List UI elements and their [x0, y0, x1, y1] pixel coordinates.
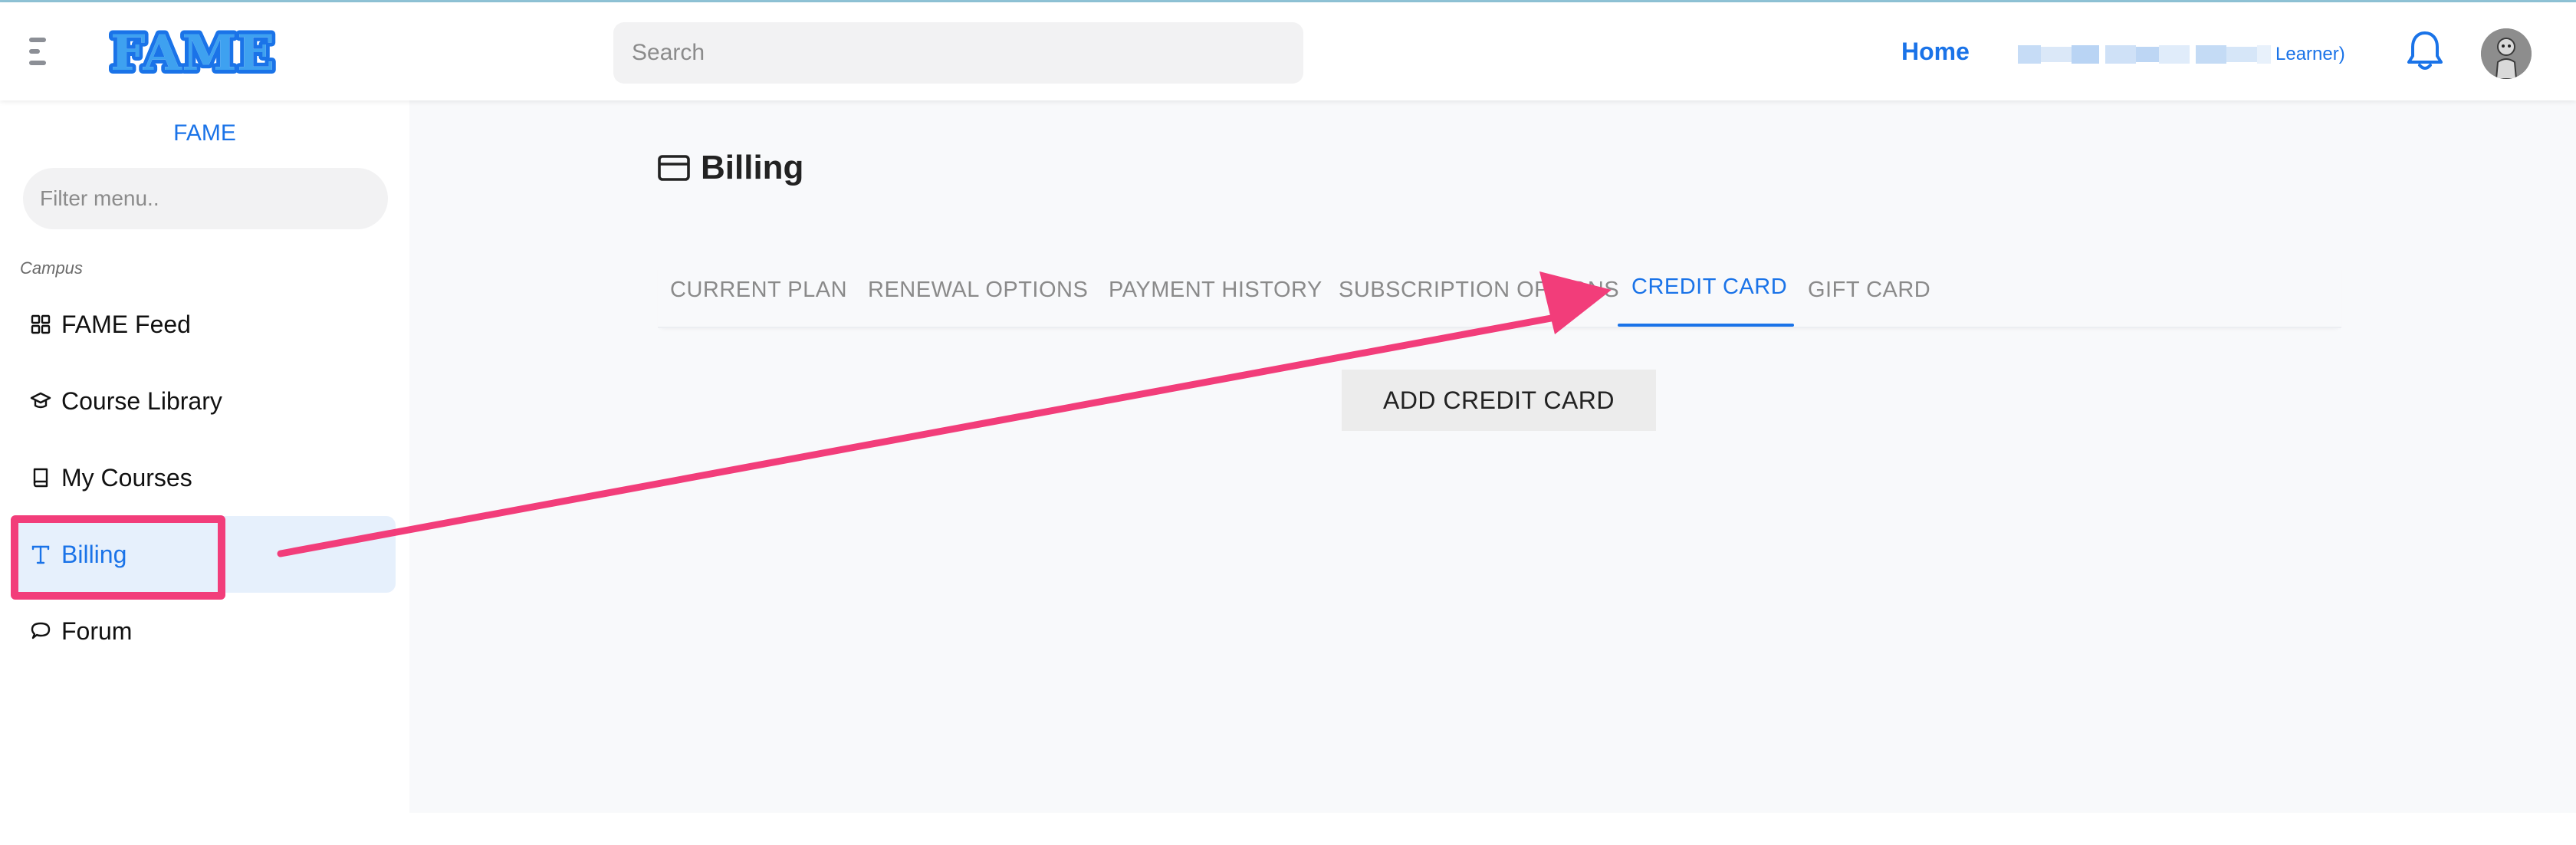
blurred-user-name — [2018, 45, 2271, 64]
tab-renewal-options[interactable]: RENEWAL OPTIONS — [868, 278, 1088, 303]
tab-payment-history[interactable]: PAYMENT HISTORY — [1109, 278, 1322, 303]
tab-current-plan[interactable]: CURRENT PLAN — [670, 278, 847, 303]
active-tab-indicator — [1618, 324, 1794, 327]
sidebar-item-label: FAME Feed — [61, 310, 191, 338]
sidebar-title: FAME — [173, 120, 236, 146]
tab-credit-card[interactable]: CREDIT CARD — [1631, 275, 1787, 300]
sidebar-item-label: Course Library — [61, 386, 222, 415]
sidebar-section-label: Campus — [20, 258, 83, 278]
user-role-label: Learner) — [2275, 44, 2345, 64]
add-credit-card-button[interactable]: ADD CREDIT CARD — [1342, 370, 1656, 431]
sidebar-item-my-courses[interactable]: My Courses — [11, 439, 396, 516]
sidebar-item-label: Forum — [61, 616, 133, 645]
book-icon — [29, 466, 52, 489]
sidebar-item-course-library[interactable]: Course Library — [11, 363, 396, 439]
grid-icon — [29, 313, 52, 336]
main-content — [409, 100, 2576, 813]
page-title: Billing — [658, 149, 803, 187]
graduation-cap-icon — [29, 390, 52, 413]
sidebar-item-label: My Courses — [61, 463, 192, 492]
page-bottom-margin — [409, 813, 2576, 845]
chat-bubble-icon — [29, 620, 52, 643]
credit-card-icon — [658, 155, 690, 181]
svg-text:FAME: FAME — [110, 25, 275, 79]
nav-home-link[interactable]: Home — [1901, 38, 1970, 66]
search-input[interactable] — [613, 22, 1303, 84]
menu-icon[interactable] — [29, 38, 49, 68]
tab-gift-card[interactable]: GIFT CARD — [1808, 278, 1930, 303]
avatar[interactable] — [2481, 28, 2532, 79]
page-title-text: Billing — [701, 149, 804, 186]
fame-logo[interactable]: FAME FAME — [107, 24, 276, 79]
billing-highlight-annotation — [11, 515, 225, 600]
sidebar-item-forum[interactable]: Forum — [11, 593, 396, 669]
billing-tabs: CURRENT PLAN RENEWAL OPTIONS PAYMENT HIS… — [658, 262, 2341, 328]
tab-subscription-options[interactable]: SUBSCRIPTION OPTIONS — [1339, 278, 1619, 303]
bell-icon[interactable] — [2407, 30, 2443, 71]
sidebar-item-fame-feed[interactable]: FAME Feed — [11, 286, 396, 363]
sidebar: FAME Campus FAME Feed Course Library My … — [0, 100, 409, 845]
filter-menu-input[interactable] — [23, 168, 388, 229]
top-navigation-bar: FAME FAME Home Learner) — [0, 2, 2576, 100]
